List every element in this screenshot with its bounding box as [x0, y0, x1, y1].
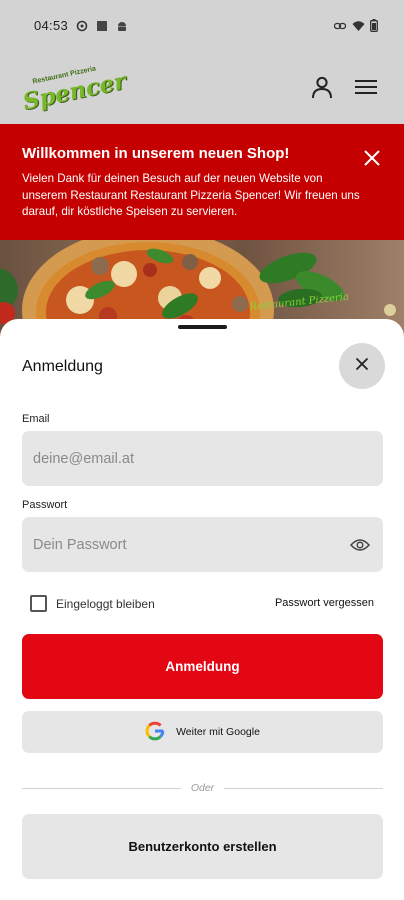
- login-button[interactable]: Anmeldung: [22, 634, 383, 699]
- site-header: Restaurant Pizzeria Spencer: [0, 50, 404, 124]
- close-icon[interactable]: [362, 148, 382, 168]
- sheet-title: Anmeldung: [22, 358, 103, 375]
- divider-line-left: [22, 787, 181, 789]
- status-time: 04:53: [34, 17, 69, 33]
- user-icon[interactable]: [306, 71, 338, 103]
- remember-checkbox[interactable]: [30, 595, 47, 612]
- welcome-banner: Willkommen in unserem neuen Shop! Vielen…: [0, 124, 404, 240]
- email-label: Email: [22, 413, 50, 425]
- forgot-password-link[interactable]: Passwort vergessen: [275, 597, 374, 609]
- login-sheet: Anmeldung Email Passwort Eingeloggt blei…: [0, 319, 404, 900]
- battery-icon: [370, 19, 382, 32]
- status-bar: 04:53: [0, 0, 404, 50]
- header-actions: [306, 71, 382, 103]
- restaurant-logo[interactable]: Restaurant Pizzeria Spencer: [20, 64, 128, 116]
- link-icon: [333, 19, 347, 31]
- password-label: Passwort: [22, 499, 68, 511]
- divider-text: Oder: [190, 782, 215, 794]
- banner-title: Willkommen in unserem neuen Shop!: [22, 145, 290, 162]
- divider-line-right: [224, 787, 383, 789]
- or-divider: Oder: [22, 782, 383, 794]
- banner-text: Vielen Dank für deinen Besuch auf der ne…: [22, 172, 360, 218]
- square-icon: [96, 19, 108, 31]
- android-icon: [116, 19, 128, 31]
- menu-icon[interactable]: [350, 71, 382, 103]
- status-left: 04:53: [34, 18, 128, 33]
- status-right: [333, 19, 382, 32]
- close-sheet-button[interactable]: [339, 343, 385, 389]
- email-field[interactable]: [22, 431, 383, 486]
- close-icon: [355, 357, 369, 376]
- remember-me[interactable]: Eingeloggt bleiben: [30, 595, 155, 612]
- google-icon: [145, 721, 165, 744]
- sync-icon: [76, 19, 88, 32]
- wifi-icon: [352, 19, 365, 31]
- password-field[interactable]: [22, 517, 383, 572]
- create-account-button[interactable]: Benutzerkonto erstellen: [22, 814, 383, 879]
- google-login-button[interactable]: Weiter mit Google: [22, 711, 383, 753]
- drag-handle[interactable]: [178, 325, 227, 329]
- eye-icon[interactable]: [349, 534, 371, 556]
- google-button-label: Weiter mit Google: [176, 726, 260, 738]
- remember-label: Eingeloggt bleiben: [56, 596, 155, 611]
